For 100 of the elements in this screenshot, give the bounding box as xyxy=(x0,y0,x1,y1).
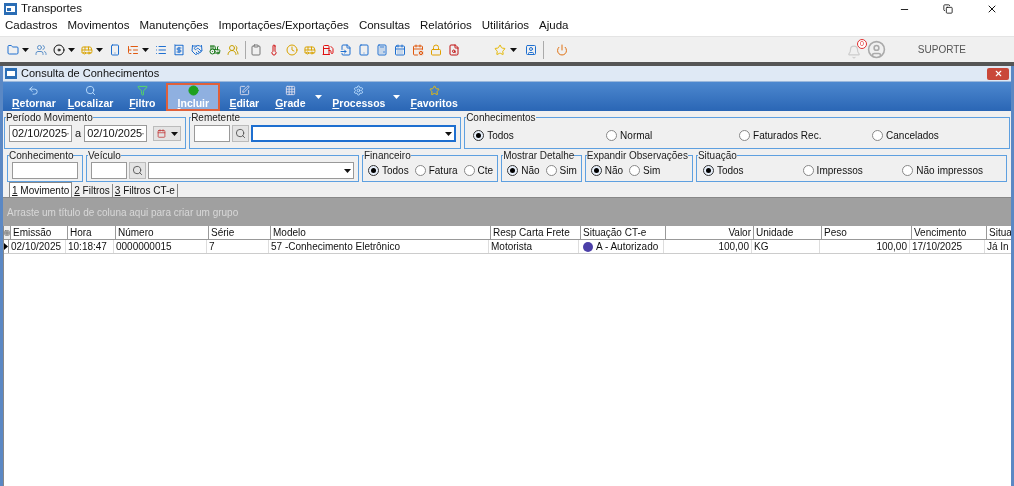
menu-item[interactable]: Ajuda xyxy=(539,17,569,35)
column-header[interactable]: Emissão xyxy=(11,226,68,239)
calendar-gear-icon[interactable] xyxy=(412,43,424,56)
radio-button[interactable] xyxy=(414,165,426,176)
users-icon[interactable] xyxy=(35,43,47,56)
column-header[interactable]: Série xyxy=(209,226,271,239)
star-icon xyxy=(428,84,440,96)
input-field[interactable] xyxy=(12,162,78,179)
window-title: Consulta de Conhecimentos xyxy=(21,66,160,82)
radio-button[interactable] xyxy=(629,165,641,176)
table-cell: 7 xyxy=(209,240,215,253)
column-header[interactable]: Situa xyxy=(987,226,1011,239)
input-field[interactable] xyxy=(194,125,231,142)
column-header[interactable]: Hora xyxy=(68,226,116,239)
column-header[interactable]: Resp Carta Frete xyxy=(491,226,581,239)
search-icon xyxy=(235,128,247,139)
column-header[interactable]: Modelo xyxy=(271,226,491,239)
close-button[interactable] xyxy=(987,67,1009,80)
ribbon-button[interactable]: Retornar xyxy=(7,84,61,109)
bell-icon[interactable] xyxy=(846,44,861,59)
calendar-icon[interactable] xyxy=(394,43,406,56)
radio-label: Todos xyxy=(716,164,744,178)
group-label: Veículo xyxy=(88,150,121,161)
user-name[interactable]: SUPORTE xyxy=(917,42,966,57)
date-field[interactable]: 02/10/2025 xyxy=(84,125,148,142)
column-header[interactable]: Unidade xyxy=(754,226,822,239)
radio-button[interactable] xyxy=(606,130,618,141)
radio-button[interactable] xyxy=(545,165,557,176)
app-icon xyxy=(4,3,17,15)
column-chooser-icon[interactable] xyxy=(4,229,10,236)
radio-button[interactable] xyxy=(702,165,714,176)
tab[interactable]: 2 Filtros xyxy=(72,184,113,197)
radio-label: Sim xyxy=(559,164,577,178)
sender-dropdown[interactable] xyxy=(251,125,457,142)
thermometer-icon[interactable] xyxy=(268,43,280,56)
radio-label: Fatura xyxy=(428,164,458,178)
table-cell: 10:18:47 xyxy=(68,240,107,253)
undo-icon xyxy=(28,84,40,96)
calculator-icon[interactable] xyxy=(376,43,388,56)
list-icon[interactable] xyxy=(155,43,167,56)
ribbon-button[interactable]: Localizar xyxy=(62,84,119,109)
radio-button[interactable] xyxy=(739,130,751,141)
contact-card-icon[interactable] xyxy=(525,43,537,56)
menu-item[interactable]: Consultas xyxy=(358,17,410,35)
ribbon-button[interactable]: Filtro xyxy=(120,84,165,109)
radio-button[interactable] xyxy=(802,165,814,176)
search-icon xyxy=(85,84,97,96)
disc-icon[interactable] xyxy=(53,43,65,56)
ribbon-button[interactable]: Grade xyxy=(268,84,313,109)
fuel-pump-icon[interactable] xyxy=(322,43,334,56)
date-field[interactable]: 02/10/2025 xyxy=(9,125,72,142)
table-cell: 0000000015 xyxy=(116,240,172,253)
phone-icon[interactable] xyxy=(109,43,121,56)
column-header[interactable]: Vencimento xyxy=(912,226,987,239)
input-field[interactable] xyxy=(91,162,127,179)
tablet-icon[interactable] xyxy=(358,43,370,56)
column-header[interactable]: Situação CT-e xyxy=(581,226,666,239)
column-header[interactable]: Valor xyxy=(666,226,754,239)
radio-button[interactable] xyxy=(590,165,602,176)
clipboard-icon[interactable] xyxy=(250,43,262,56)
menu-item[interactable]: Utilitários xyxy=(481,17,530,35)
column-header[interactable]: Número xyxy=(116,226,209,239)
table-cell: A - Autorizado xyxy=(596,240,659,253)
radio-button[interactable] xyxy=(368,165,379,176)
file-icon[interactable] xyxy=(340,43,352,56)
lock-icon[interactable] xyxy=(430,43,442,56)
column-header[interactable]: Peso xyxy=(822,226,912,239)
menu-item[interactable]: Movimentos xyxy=(67,17,130,35)
ribbon-button[interactable]: Favoritos xyxy=(405,84,463,109)
user-avatar-icon[interactable] xyxy=(866,40,886,59)
calendar-icon xyxy=(156,129,166,138)
ribbon-button[interactable]: Processos xyxy=(327,84,391,109)
radio-button[interactable] xyxy=(902,165,914,176)
menu-item[interactable]: Importações/Exportações xyxy=(218,17,349,35)
search-icon xyxy=(132,165,143,176)
radio-button[interactable] xyxy=(507,165,519,176)
star-icon[interactable] xyxy=(494,43,506,56)
menu-item[interactable]: Relatórios xyxy=(420,17,472,35)
clock-icon[interactable] xyxy=(286,43,298,56)
handshake-icon[interactable] xyxy=(191,43,203,56)
receipt-icon[interactable] xyxy=(173,43,185,56)
menu-item[interactable]: Manutenções xyxy=(139,17,209,35)
people-icon[interactable] xyxy=(227,43,239,56)
tab[interactable]: 1 Movimento xyxy=(9,182,73,197)
table-cell: Motorista xyxy=(491,240,533,253)
tractor-icon[interactable] xyxy=(209,43,221,56)
bus-icon[interactable] xyxy=(304,43,316,56)
calendar-button[interactable] xyxy=(153,126,182,141)
file-search-icon[interactable] xyxy=(448,43,460,56)
radio-label: Todos xyxy=(382,164,409,178)
ribbon-button[interactable]: Editar xyxy=(222,84,267,109)
tab[interactable]: 3 Filtros CT-e xyxy=(112,184,178,197)
search-button[interactable] xyxy=(129,162,146,179)
radio-button[interactable] xyxy=(473,130,485,141)
radio-button[interactable] xyxy=(463,165,475,176)
search-button[interactable] xyxy=(232,125,250,142)
menu-item[interactable]: Cadastros xyxy=(5,17,58,35)
power-icon[interactable] xyxy=(556,43,568,56)
radio-button[interactable] xyxy=(872,130,884,141)
group-label: Remetente xyxy=(191,112,241,123)
